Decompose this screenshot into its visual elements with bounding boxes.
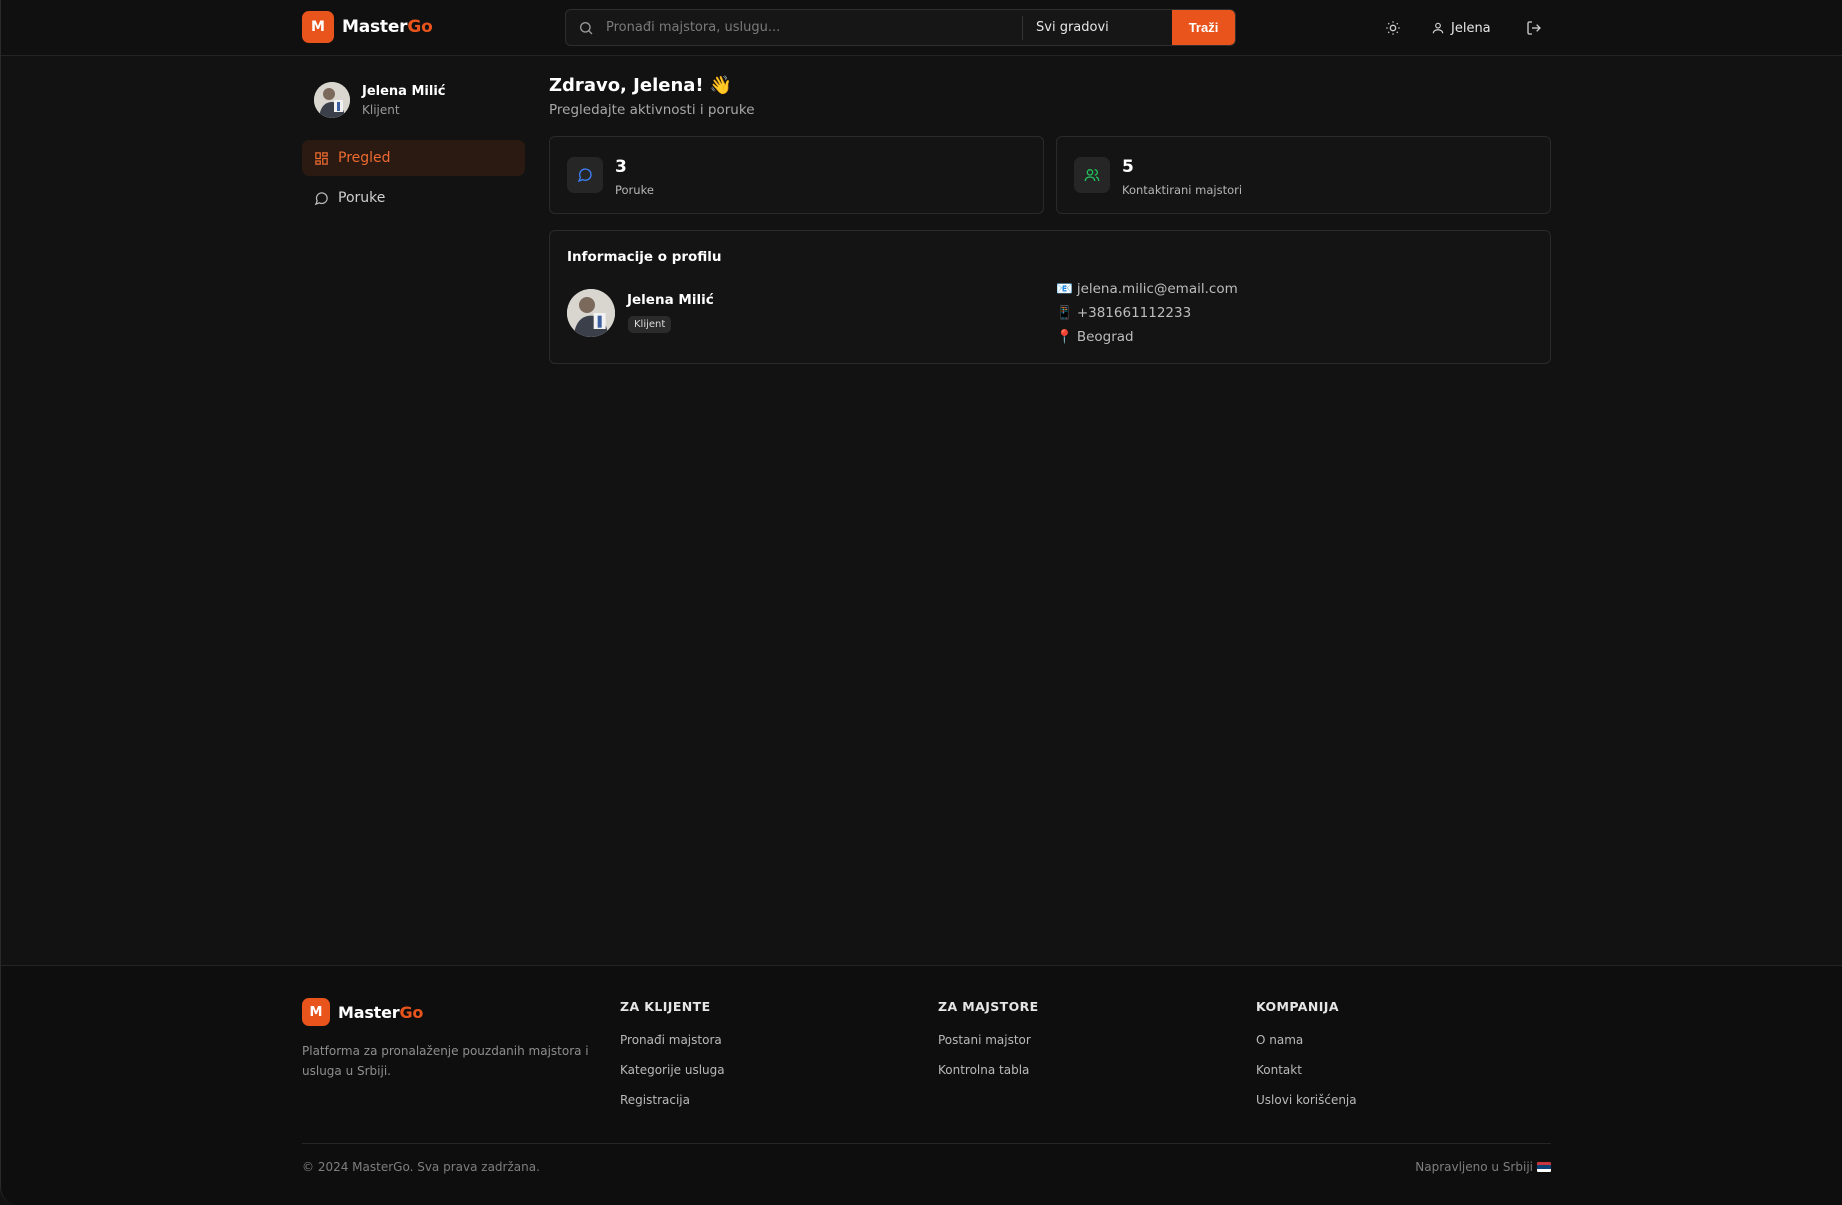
logo-badge: M — [302, 998, 330, 1026]
search-button[interactable]: Traži — [1172, 10, 1235, 45]
avatar — [567, 289, 615, 337]
footer-description: Platforma za pronalaženje pouzdanih majs… — [302, 1044, 589, 1078]
sidebar-item-label: Poruke — [338, 190, 386, 206]
footer-column-company: KOMPANIJA O nama Kontakt Uslovi korišćen… — [1256, 999, 1357, 1107]
logo-text: MasterGo — [338, 1002, 424, 1022]
page-subtitle: Pregledajte aktivnosti i poruke — [549, 102, 755, 118]
footer-heading: ZA MAJSTORE — [938, 999, 1039, 1014]
location-pin-icon: 📍 — [1056, 329, 1073, 345]
top-header: M MasterGo Svi gradovi Traži Jelena — [1, 0, 1842, 56]
contact-city: 📍 Beograd — [1056, 329, 1134, 345]
copyright: © 2024 MasterGo. Sva prava zadržana. — [302, 1160, 540, 1174]
stat-value: 5 — [1122, 157, 1134, 177]
profile-name: Jelena Milić — [627, 292, 714, 308]
theme-toggle-sun-icon[interactable] — [1381, 16, 1405, 40]
stat-value: 3 — [615, 157, 627, 177]
contact-phone: 📱 +381661112233 — [1056, 305, 1192, 321]
app-window: M MasterGo Svi gradovi Traži Jelena — [0, 0, 1842, 1205]
search-icon — [566, 20, 606, 36]
user-name: Jelena — [1451, 20, 1491, 36]
user-icon — [1432, 22, 1444, 34]
message-icon — [314, 191, 328, 205]
profile-info-card: Informacije o profilu Jelena Milić Klije… — [549, 230, 1551, 364]
logo-text: MasterGo — [342, 17, 433, 37]
avatar — [314, 82, 350, 118]
email-icon: 📧 — [1056, 281, 1073, 297]
logout-icon[interactable] — [1522, 16, 1546, 40]
footer-logo[interactable]: M MasterGo — [302, 998, 423, 1026]
role-badge: Klijent — [628, 316, 672, 333]
footer-divider — [302, 1143, 1551, 1144]
stat-label: Kontaktirani majstori — [1122, 183, 1243, 197]
footer: M MasterGo Platforma za pronalaženje pou… — [1, 965, 1842, 1205]
footer-link[interactable]: Pronađi majstora — [620, 1033, 722, 1047]
sidebar-item-poruke[interactable]: Poruke — [302, 180, 525, 216]
page-title: Zdravo, Jelena! 👋 — [549, 75, 733, 96]
search-input[interactable] — [606, 10, 1006, 45]
serbia-flag-icon — [1537, 1162, 1551, 1172]
made-in-serbia: Napravljeno u Srbiji — [1415, 1160, 1551, 1174]
footer-link[interactable]: Kontakt — [1256, 1063, 1302, 1077]
sidebar-item-label: Pregled — [338, 150, 391, 166]
user-menu[interactable]: Jelena — [1431, 16, 1491, 40]
users-icon — [1074, 157, 1110, 193]
contact-email: 📧 jelena.milic@email.com — [1056, 281, 1238, 297]
sidebar-profile-role: Klijent — [362, 102, 400, 117]
footer-link[interactable]: Kontrolna tabla — [938, 1063, 1029, 1077]
sidebar-item-pregled[interactable]: Pregled — [302, 140, 525, 176]
city-select[interactable]: Svi gradovi — [1023, 20, 1172, 35]
phone-icon: 📱 — [1056, 305, 1073, 321]
sidebar-profile: Jelena Milić Klijent — [314, 82, 446, 118]
stat-card-messages[interactable]: 3 Poruke — [549, 136, 1044, 214]
stat-card-contacted[interactable]: 5 Kontaktirani majstori — [1056, 136, 1551, 214]
stat-label: Poruke — [615, 183, 654, 197]
dashboard-icon — [315, 151, 328, 165]
footer-link[interactable]: Postani majstor — [938, 1033, 1031, 1047]
logo-badge: M — [302, 11, 334, 43]
search-bar: Svi gradovi Traži — [565, 9, 1236, 46]
footer-column-masters: ZA MAJSTORE Postani majstor Kontrolna ta… — [938, 999, 1039, 1077]
card-title: Informacije o profilu — [567, 249, 722, 265]
logo[interactable]: M MasterGo — [302, 11, 433, 43]
footer-link[interactable]: O nama — [1256, 1033, 1303, 1047]
message-icon — [567, 157, 603, 193]
footer-heading: KOMPANIJA — [1256, 999, 1339, 1014]
footer-link[interactable]: Kategorije usluga — [620, 1063, 725, 1077]
sidebar-profile-name: Jelena Milić — [362, 83, 446, 99]
footer-column-clients: ZA KLIJENTE Pronađi majstora Kategorije … — [620, 999, 725, 1107]
footer-link[interactable]: Uslovi korišćenja — [1256, 1093, 1357, 1107]
footer-link[interactable]: Registracija — [620, 1093, 690, 1107]
footer-heading: ZA KLIJENTE — [620, 999, 711, 1014]
